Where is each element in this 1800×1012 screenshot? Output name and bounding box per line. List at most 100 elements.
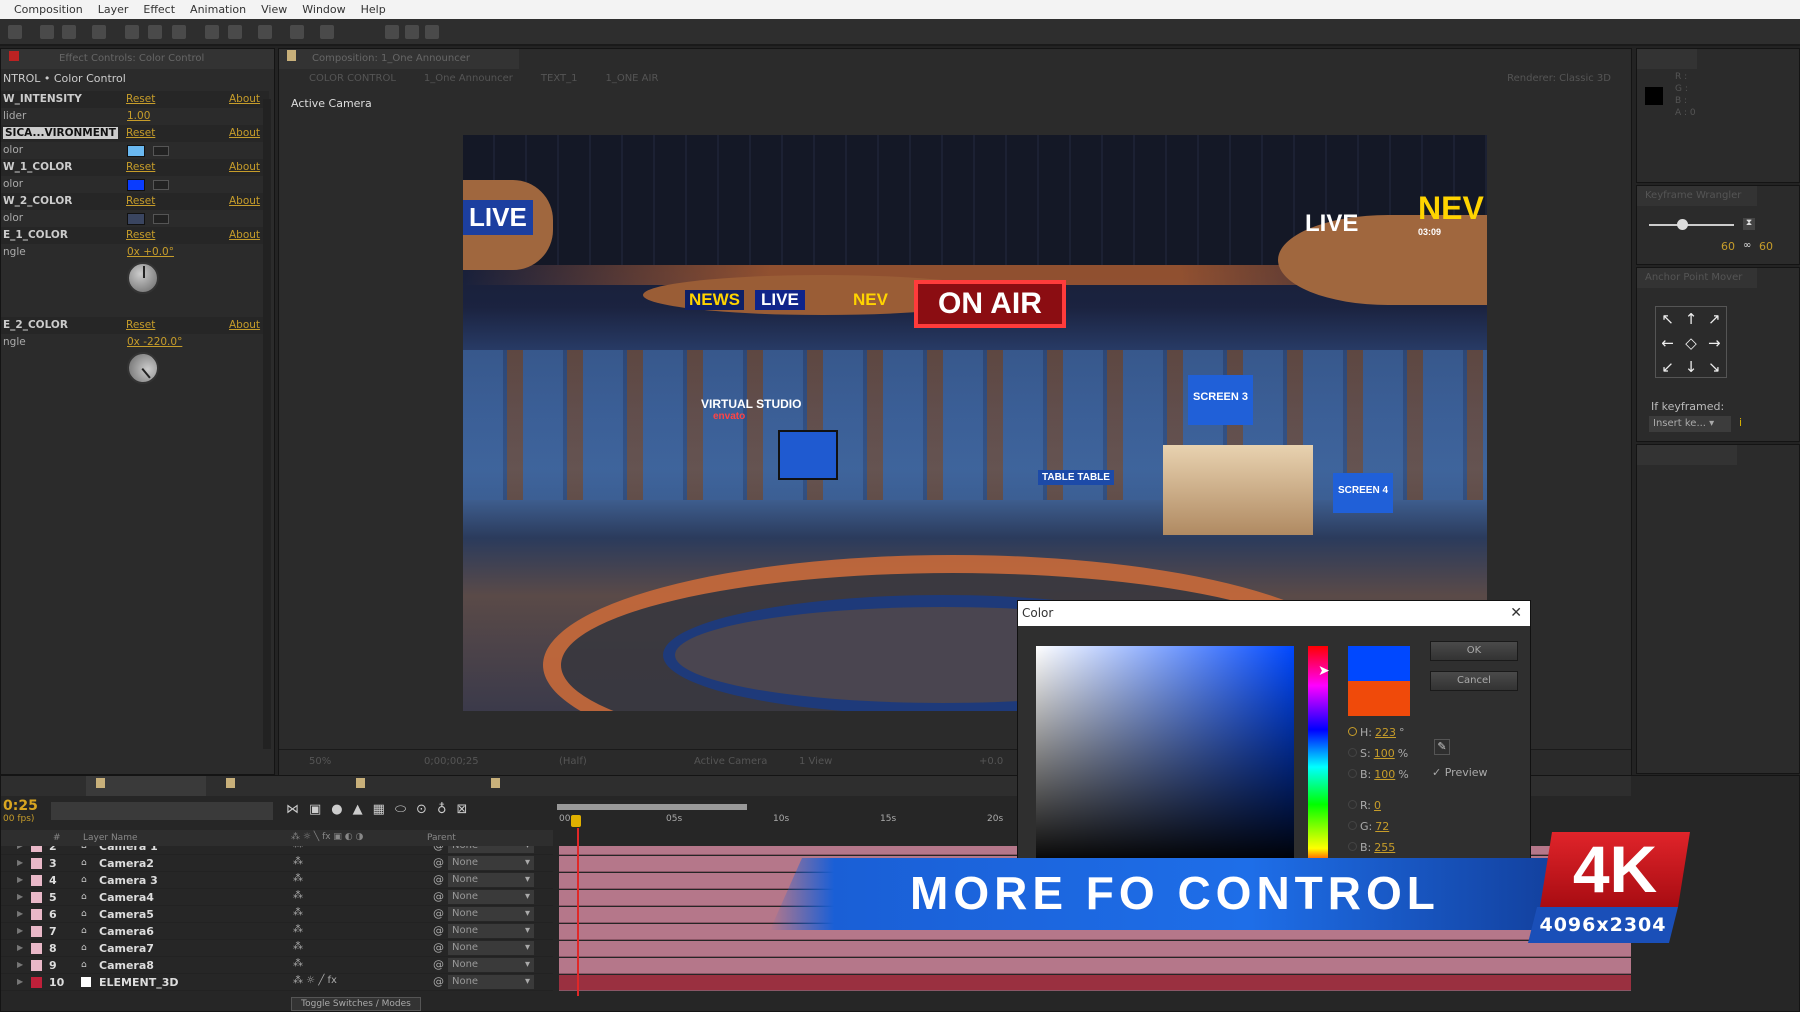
views-select[interactable]: 1 View <box>799 756 832 767</box>
field-value[interactable]: 100 <box>1374 747 1395 760</box>
motion-blur-icon[interactable]: ▦ <box>373 802 385 822</box>
about-link[interactable]: About <box>229 161 260 173</box>
expand-icon[interactable]: ▶ <box>17 909 23 918</box>
tool-icon[interactable] <box>40 25 54 39</box>
toggle-switches-modes-button[interactable]: Toggle Switches / Modes <box>291 997 421 1011</box>
link-icon[interactable]: ∞ <box>1743 240 1751 251</box>
brainstorm-icon[interactable]: ⬭ <box>395 802 406 822</box>
eyedropper-icon[interactable] <box>153 180 169 190</box>
pickwhip-icon[interactable]: @ <box>433 873 444 886</box>
radio-button[interactable] <box>1348 727 1357 736</box>
tool-icon[interactable] <box>172 25 186 39</box>
effect-name[interactable]: SICA...VIRONMENT <box>3 127 118 139</box>
layer-name[interactable]: Camera 1 <box>99 846 158 853</box>
parent-select[interactable]: None <box>448 846 534 853</box>
layer-name[interactable]: Camera7 <box>99 942 154 955</box>
layer-name[interactable]: Camera4 <box>99 891 154 904</box>
label-color[interactable] <box>31 846 42 852</box>
hide-shy-icon[interactable]: ● <box>331 802 342 822</box>
arrow-up-icon[interactable]: ↑ <box>1679 307 1702 331</box>
field-value[interactable]: 72 <box>1375 820 1389 833</box>
about-link[interactable]: About <box>229 319 260 331</box>
color-swatch[interactable] <box>127 179 145 191</box>
radio-button[interactable] <box>1348 800 1357 809</box>
reset-link[interactable]: Reset <box>126 93 155 105</box>
switches[interactable]: ⁂ <box>293 907 303 918</box>
arrow-down-left-icon[interactable]: ↙ <box>1656 355 1679 379</box>
field-value[interactable]: 255 <box>1374 841 1395 854</box>
cancel-button[interactable]: Cancel <box>1430 671 1518 691</box>
color-field[interactable]: R: 0 <box>1348 799 1384 812</box>
layer-row[interactable]: ▶ 9 ⌂ Camera8 ⁂ @ None <box>1 957 553 974</box>
parent-select[interactable]: None <box>448 958 534 972</box>
solo-icon[interactable]: ⊠ <box>456 802 467 822</box>
label-color[interactable] <box>31 926 42 937</box>
field-value[interactable]: 0 <box>1374 799 1381 812</box>
slider-handle[interactable] <box>1677 219 1688 230</box>
parent-select[interactable]: None <box>448 975 534 989</box>
pickwhip-icon[interactable]: @ <box>433 846 444 852</box>
label-color[interactable] <box>31 960 42 971</box>
menu-help[interactable]: Help <box>361 0 386 19</box>
ease-icon[interactable]: ⧗ <box>1743 218 1755 230</box>
color-swatch[interactable] <box>127 213 145 225</box>
center-icon[interactable]: ◇ <box>1679 331 1702 355</box>
effect-name[interactable]: W_INTENSITY <box>3 93 82 105</box>
angle-dial[interactable] <box>127 262 159 294</box>
layer-row[interactable]: ▶ 3 ⌂ Camera2 ⁂ @ None <box>1 855 553 872</box>
property-value[interactable]: 0x +0.0° <box>127 246 174 258</box>
hue-slider[interactable] <box>1308 646 1328 866</box>
menu-composition[interactable]: Composition <box>14 0 83 19</box>
original-color-swatch[interactable] <box>1348 681 1410 716</box>
breadcrumb-item[interactable]: COLOR CONTROL <box>309 73 396 84</box>
resolution-select[interactable]: (Half) <box>559 756 587 767</box>
scrollbar[interactable] <box>263 99 271 749</box>
tool-icon[interactable] <box>125 25 139 39</box>
color-field[interactable]: S: 100% <box>1348 747 1408 760</box>
breadcrumb-item[interactable]: 1_One Announcer <box>424 73 513 84</box>
zoom-select[interactable]: 50% <box>309 756 331 767</box>
expand-icon[interactable]: ▶ <box>17 926 23 935</box>
switches[interactable]: ⁂ <box>293 924 303 935</box>
tool-icon[interactable] <box>62 25 76 39</box>
current-time-indicator[interactable] <box>577 828 579 996</box>
arrow-down-icon[interactable]: ↓ <box>1679 355 1702 379</box>
tool-icon[interactable] <box>290 25 304 39</box>
parent-select[interactable]: None <box>448 890 534 904</box>
current-time[interactable]: 0;00;00;25 <box>424 756 479 767</box>
color-field[interactable]: G: 72 <box>1348 820 1392 833</box>
switches[interactable]: ⁂ <box>293 856 303 867</box>
reset-link[interactable]: Reset <box>126 127 155 139</box>
arrow-up-left-icon[interactable]: ↖ <box>1656 307 1679 331</box>
parent-select[interactable]: None <box>448 873 534 887</box>
layer-row[interactable]: ▶ 6 ⌂ Camera5 ⁂ @ None <box>1 906 553 923</box>
menu-layer[interactable]: Layer <box>98 0 129 19</box>
ease-in-value[interactable]: 60 <box>1721 240 1735 253</box>
about-link[interactable]: About <box>229 127 260 139</box>
layer-name[interactable]: Camera 3 <box>99 874 158 887</box>
timeline-tab[interactable] <box>216 776 336 796</box>
comp-mini-flowchart-icon[interactable]: ▣ <box>309 802 321 822</box>
renderer-label[interactable]: Renderer: Classic 3D <box>1507 73 1611 84</box>
arrow-up-right-icon[interactable]: ↗ <box>1703 307 1726 331</box>
tool-icon[interactable] <box>228 25 242 39</box>
layer-row[interactable]: ▶ 5 ⌂ Camera4 ⁂ @ None <box>1 889 553 906</box>
layer-row[interactable]: ▶ 2 ⌂ Camera 1 ⁂ @ None <box>1 846 553 855</box>
playhead-handle[interactable] <box>571 815 581 827</box>
tool-icon[interactable] <box>425 25 439 39</box>
field-value[interactable]: 100 <box>1374 768 1395 781</box>
expand-icon[interactable]: ▶ <box>17 943 23 952</box>
layer-name[interactable]: Camera6 <box>99 925 154 938</box>
field-value[interactable]: 223 <box>1375 726 1396 739</box>
label-color[interactable] <box>31 875 42 886</box>
parent-select[interactable]: None <box>448 924 534 938</box>
effect-name[interactable]: E_2_COLOR <box>3 319 68 331</box>
about-link[interactable]: About <box>229 195 260 207</box>
layer-name[interactable]: Camera2 <box>99 857 154 870</box>
tool-icon[interactable] <box>8 25 22 39</box>
switches[interactable]: ⁂ ☼ ╱ fx <box>293 975 337 986</box>
layer-duration-bar[interactable] <box>559 975 1631 991</box>
expand-icon[interactable]: ▶ <box>17 977 23 986</box>
breadcrumb-item[interactable]: TEXT_1 <box>541 73 578 84</box>
radio-button[interactable] <box>1348 769 1357 778</box>
